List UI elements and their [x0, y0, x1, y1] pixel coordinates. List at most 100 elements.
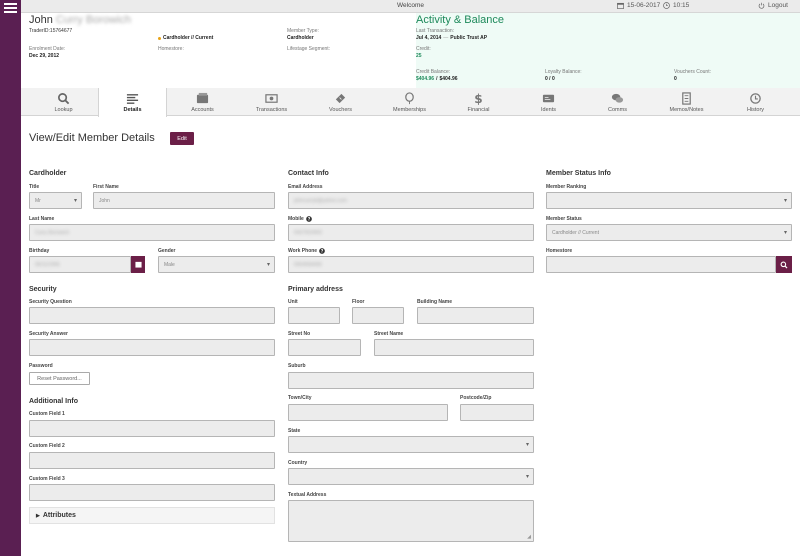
floor-field[interactable]: [352, 307, 404, 324]
last-transaction-date: Jul 4, 2014: [416, 35, 442, 41]
page-title: View/Edit Member Details: [29, 132, 155, 144]
unit-label: Unit: [288, 299, 298, 305]
custom-field-3-label: Custom Field 3: [29, 476, 65, 482]
note-icon: [682, 92, 691, 105]
custom-field-1-input[interactable]: [29, 420, 275, 437]
birthday-field[interactable]: 06/11/1956: [29, 256, 131, 273]
gender-select[interactable]: Male: [158, 256, 275, 273]
search-icon: [58, 93, 70, 105]
menu-icon[interactable]: [4, 3, 17, 13]
birthday-calendar-button[interactable]: [131, 256, 145, 273]
street-name-label: Street Name: [374, 331, 404, 337]
tab-memos-notes[interactable]: Memos/Notes: [652, 88, 721, 116]
time-display: 10:15: [663, 2, 689, 9]
homestore-search-button[interactable]: [776, 256, 792, 273]
custom-field-2-label: Custom Field 2: [29, 443, 65, 449]
homestore-field-label: Homestore: [546, 248, 573, 254]
country-select[interactable]: [288, 468, 534, 485]
logout-label: Logout: [768, 2, 788, 9]
security-answer-field[interactable]: [29, 339, 275, 356]
work-phone-field[interactable]: 0404566666: [288, 256, 534, 273]
country-label: Country: [288, 460, 308, 466]
title-select[interactable]: Mr: [29, 192, 82, 209]
tab-label: Vouchers: [329, 107, 352, 113]
tab-accounts[interactable]: Accounts: [168, 88, 237, 116]
last-transaction: Jul 4, 2014 — Public Trust AP: [416, 35, 487, 41]
email-field[interactable]: johncurryb@yahoo.com: [288, 192, 534, 209]
last-transaction-store: Public Trust AP: [450, 35, 488, 41]
member-type: Cardholder: [287, 35, 314, 41]
work-phone-value: 0404566666: [294, 261, 322, 268]
member-status-heading: Member Status Info: [546, 170, 611, 177]
contact-info-heading: Contact Info: [288, 170, 329, 177]
time-text: 10:15: [673, 2, 690, 9]
state-select[interactable]: [288, 436, 534, 453]
history-icon: [750, 93, 761, 104]
building-name-label: Building Name: [417, 299, 453, 305]
power-icon: [758, 2, 765, 9]
custom-field-2-input[interactable]: [29, 452, 275, 469]
street-no-field[interactable]: [288, 339, 361, 356]
security-question-field[interactable]: [29, 307, 275, 324]
chat-icon: [611, 93, 624, 103]
tab-transactions[interactable]: Transactions: [237, 88, 306, 116]
tab-comms[interactable]: Comms: [583, 88, 652, 116]
logout-button[interactable]: Logout: [758, 2, 788, 9]
state-label: State: [288, 428, 301, 434]
member-header: John Curry Borowich TraderID:15764677 Ca…: [21, 13, 800, 88]
cash-icon: [265, 94, 278, 103]
member-name: John Curry Borowich: [29, 14, 131, 26]
svg-text:?: ?: [308, 217, 311, 222]
title-value: Mr: [35, 197, 41, 204]
credit-balance-b: $404.96: [439, 76, 458, 82]
first-name-field[interactable]: John: [93, 192, 275, 209]
tab-memberships[interactable]: Memberships: [375, 88, 444, 116]
member-status-value: Cardholder // Current: [552, 229, 599, 236]
member-ranking-label: Member Ranking: [546, 184, 587, 190]
tab-financial[interactable]: $ Financial: [444, 88, 513, 116]
tab-vouchers[interactable]: Vouchers: [306, 88, 375, 116]
suburb-field[interactable]: [288, 372, 534, 389]
date-text: 15-06-2017: [627, 2, 661, 9]
textual-address-label: Textual Address: [288, 492, 327, 498]
edit-button[interactable]: Edit: [170, 132, 194, 145]
tab-history[interactable]: History: [721, 88, 790, 116]
member-first-name: John: [29, 14, 53, 26]
app-sidebar: [0, 0, 21, 556]
credit-balance-separator: /: [436, 76, 438, 82]
mobile-field[interactable]: 0437923903: [288, 224, 534, 241]
tab-details[interactable]: Details: [98, 88, 167, 117]
email-label: Email Address: [288, 184, 323, 190]
postcode-field[interactable]: [460, 404, 534, 421]
member-ranking-select[interactable]: [546, 192, 792, 209]
additional-info-heading: Additional Info: [29, 398, 78, 405]
list-icon: [126, 94, 139, 104]
trader-id: TraderID:15764677: [29, 28, 73, 34]
member-status-select[interactable]: Cardholder // Current: [546, 224, 792, 241]
textual-address-textarea[interactable]: ◢: [288, 500, 534, 542]
resize-handle-icon[interactable]: ◢: [527, 534, 531, 540]
tab-lookup[interactable]: Lookup: [29, 88, 98, 116]
building-name-field[interactable]: [417, 307, 534, 324]
street-name-field[interactable]: [374, 339, 534, 356]
homestore-field[interactable]: [546, 256, 776, 273]
help-icon[interactable]: ?: [305, 216, 312, 222]
last-name-field[interactable]: Curry Borowich: [29, 224, 275, 241]
town-city-label: Town/City: [288, 395, 312, 401]
town-city-field[interactable]: [288, 404, 448, 421]
security-answer-label: Security Answer: [29, 331, 68, 337]
member-surname: Curry Borowich: [55, 14, 132, 26]
tab-idents[interactable]: Idents: [514, 88, 583, 116]
reset-password-button[interactable]: Reset Password...: [29, 372, 90, 385]
loyalty-label: Loyalty Balance:: [545, 69, 582, 75]
vouchers-count-label: Vouchers Count:: [674, 69, 711, 75]
tab-label: Comms: [608, 107, 627, 113]
tab-label: Accounts: [191, 107, 214, 113]
attributes-toggle[interactable]: ▶ Attributes: [29, 507, 275, 524]
unit-field[interactable]: [288, 307, 340, 324]
help-icon[interactable]: ?: [319, 248, 325, 254]
primary-address-heading: Primary address: [288, 286, 343, 293]
custom-field-3-input[interactable]: [29, 484, 275, 501]
work-phone-label-row: Work Phone ?: [288, 248, 325, 254]
mobile-label-row: Mobile ?: [288, 216, 312, 222]
